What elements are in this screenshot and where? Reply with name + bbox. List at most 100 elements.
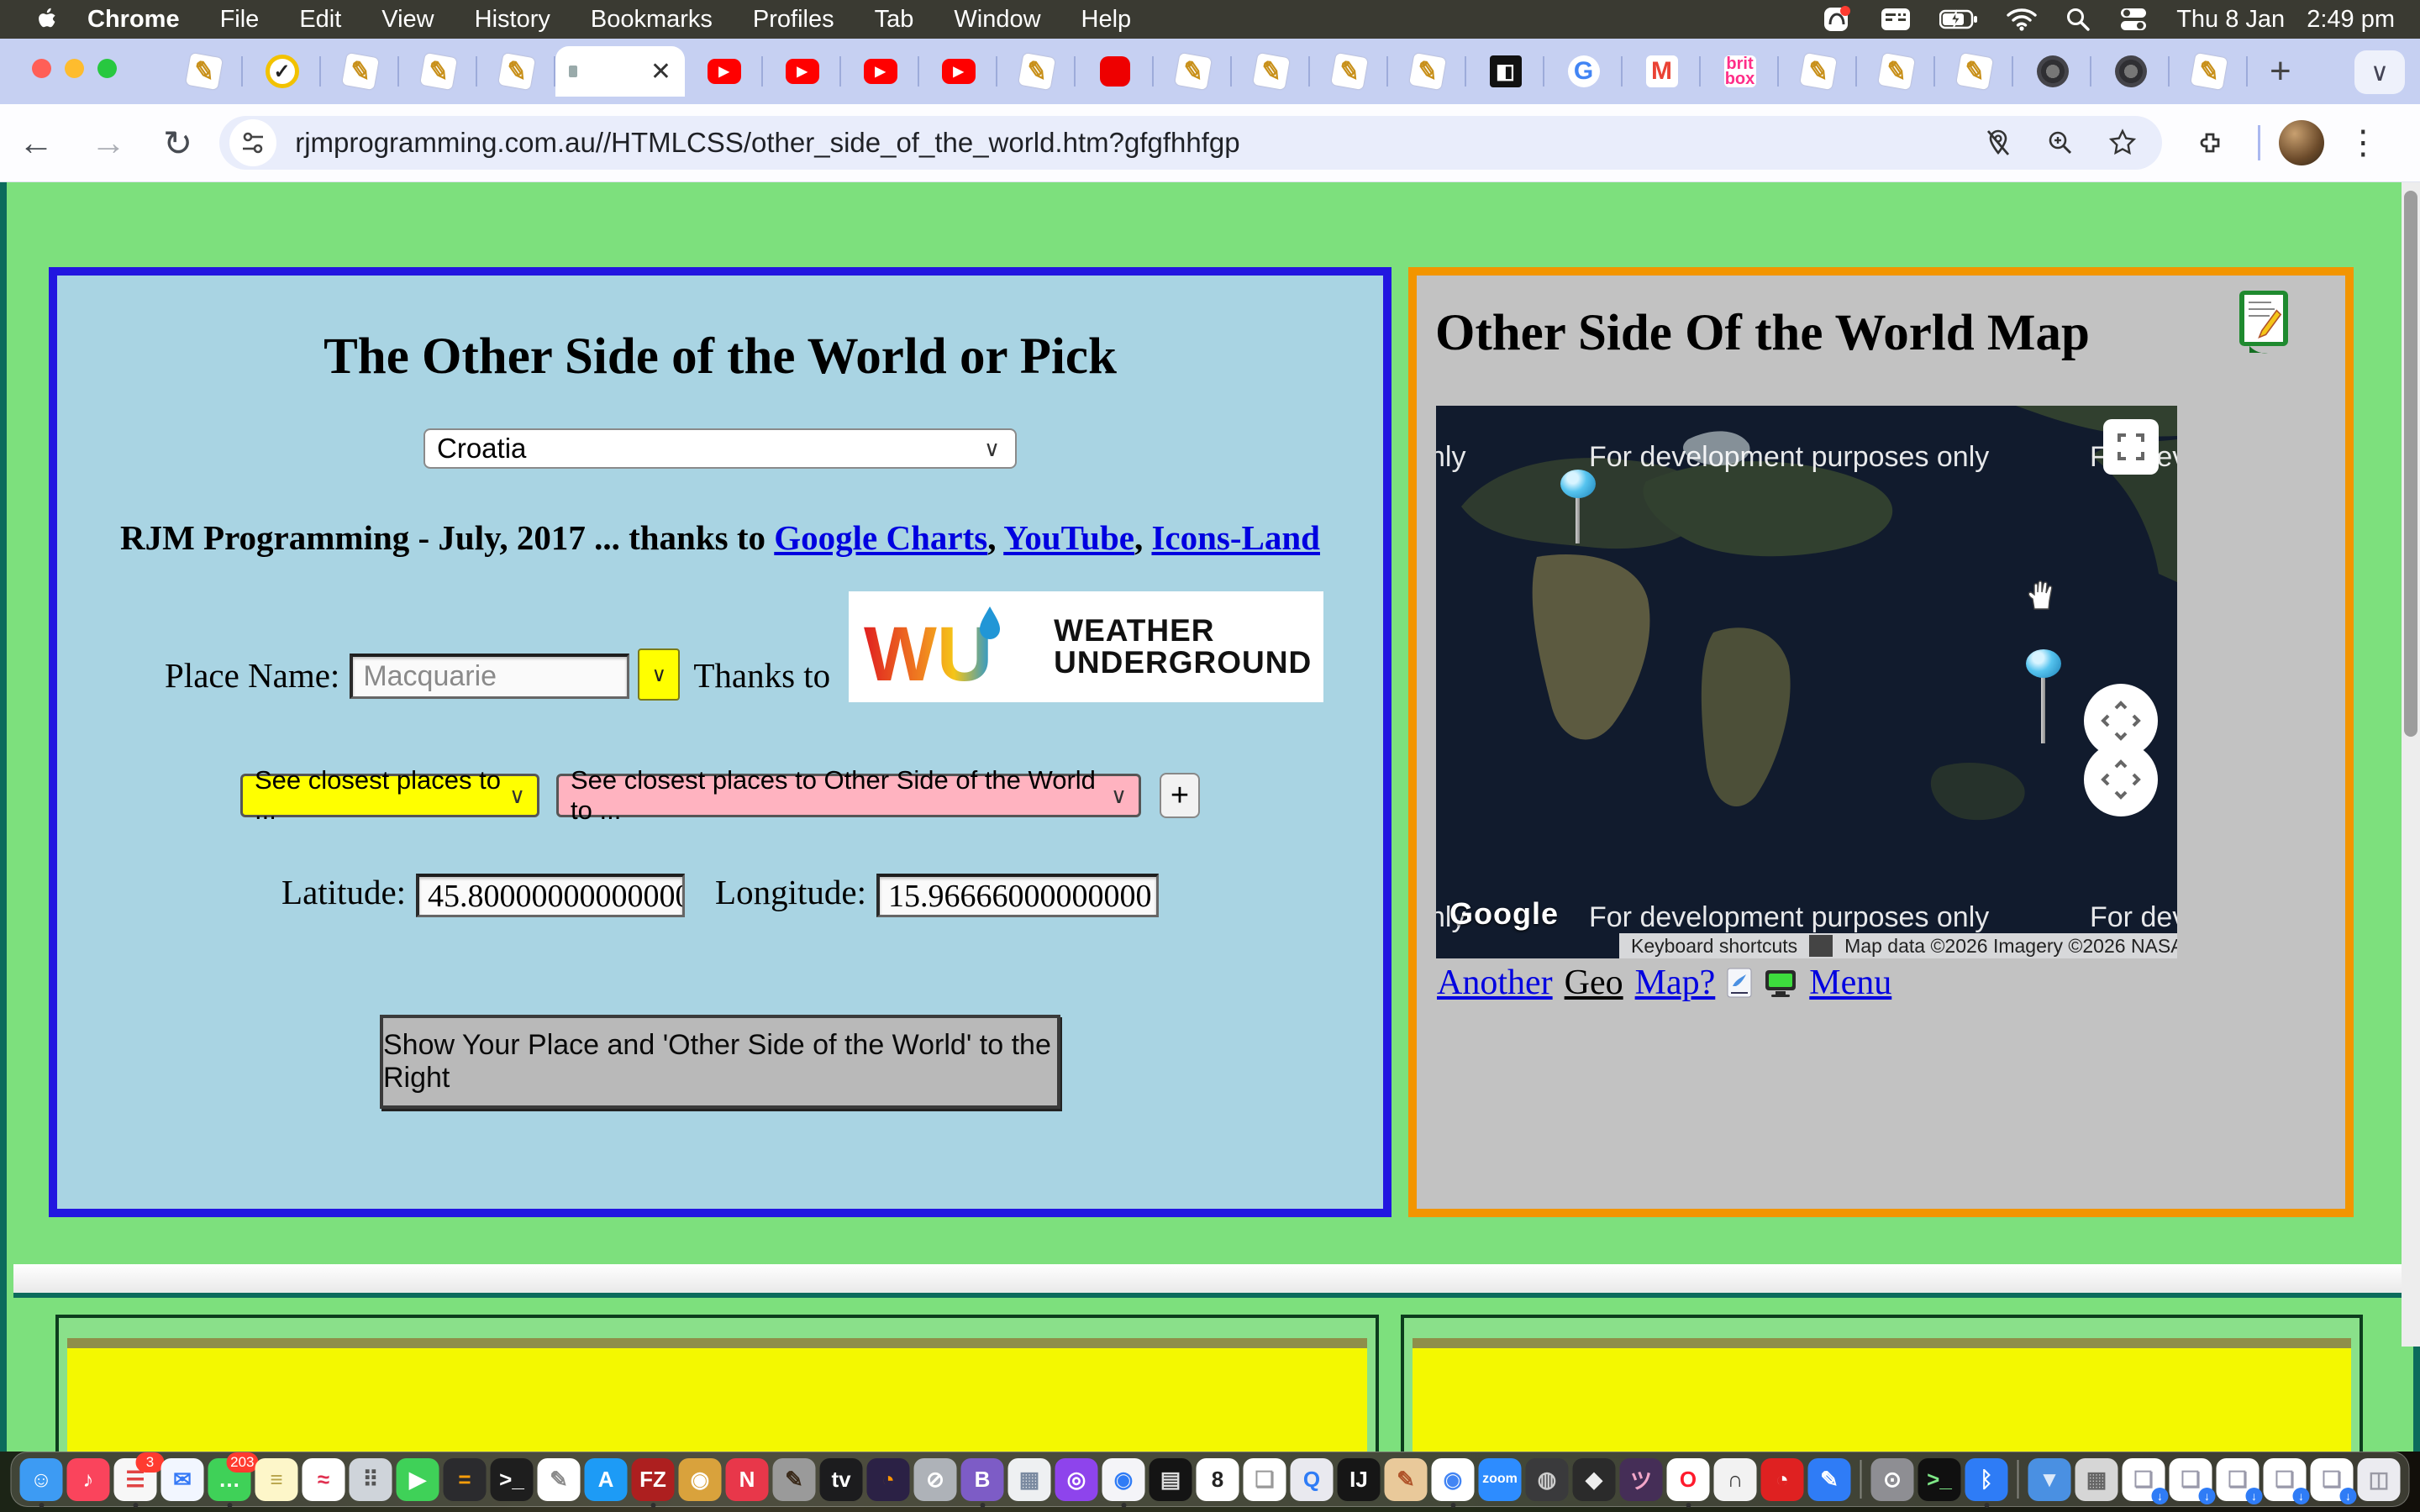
zoom-page-icon[interactable] [2029, 129, 2091, 157]
menubar-clock[interactable]: Thu 8 Jan 2:49 pm [2176, 6, 2395, 34]
menubar-history[interactable]: History [455, 6, 571, 34]
console-icon[interactable]: >_ [1918, 1458, 1961, 1501]
quicktime-icon[interactable]: Q [1291, 1458, 1334, 1501]
tab-rjm-20[interactable]: ✎ [1779, 39, 1857, 104]
finder-icon[interactable]: ☺ [20, 1458, 63, 1501]
calendar-icon[interactable]: 8 [1197, 1458, 1239, 1501]
tab-shield-16[interactable]: ◧ [1466, 39, 1544, 104]
notification-app-icon[interactable] [1822, 4, 1852, 34]
mail-icon[interactable]: ✉ [161, 1458, 204, 1501]
tab-rjm-3[interactable]: ✎ [399, 39, 477, 104]
facetime-icon[interactable]: ▶ [397, 1458, 439, 1501]
new-tab-button[interactable]: + [2248, 50, 2313, 92]
another-link[interactable]: Another [1437, 963, 1553, 1003]
document-1-icon[interactable]: ❏↓ [2123, 1458, 2165, 1501]
menu-link[interactable]: Menu [1809, 963, 1891, 1003]
page-scrollbar[interactable] [2402, 182, 2420, 1347]
add-button[interactable]: + [1160, 773, 1200, 818]
latitude-input[interactable]: 45.80000000000000 [416, 874, 685, 917]
chrome-icon[interactable]: ◉ [1432, 1458, 1475, 1501]
document-2-icon[interactable]: ❏↓ [2170, 1458, 2212, 1501]
place-history-select[interactable]: ∨ [638, 648, 680, 701]
menubar-tab[interactable]: Tab [855, 6, 934, 34]
inkscape-icon[interactable]: ◆ [1573, 1458, 1616, 1501]
screenshot-stack-icon[interactable]: ▦ [2075, 1458, 2118, 1501]
reminders-icon[interactable]: ☰3 [114, 1458, 157, 1501]
tab-rjm-13[interactable]: ✎ [1232, 39, 1310, 104]
place-name-input[interactable]: Macquarie [350, 654, 629, 699]
tab-britbox-19[interactable]: britbox [1701, 39, 1779, 104]
google-maps-logo[interactable]: Google [1449, 896, 1559, 932]
reload-button[interactable]: ↻ [145, 123, 211, 164]
google-charts-link[interactable]: Google Charts [774, 518, 987, 557]
bluetooth-icon[interactable]: ᛒ [1965, 1458, 2008, 1501]
filezilla-icon[interactable]: FZ [632, 1458, 675, 1501]
battery-icon[interactable] [1939, 9, 1978, 29]
show-place-button[interactable]: Show Your Place and 'Other Side of the W… [380, 1015, 1060, 1109]
scrollbar-thumb[interactable] [2404, 191, 2417, 737]
appstore-icon[interactable]: A [585, 1458, 628, 1501]
forward-button[interactable]: → [72, 123, 145, 163]
tab-rjm-21[interactable]: ✎ [1857, 39, 1935, 104]
geo-link[interactable]: Geo [1565, 963, 1623, 1003]
longitude-input[interactable]: 15.96666000000000 [876, 874, 1159, 917]
markup-icon[interactable]: ✎ [1808, 1458, 1851, 1501]
active-tab[interactable]: ✕ [555, 46, 685, 97]
note-doc-icon[interactable] [1727, 968, 1752, 998]
zoom-window-button[interactable] [97, 59, 117, 78]
menubar-edit[interactable]: Edit [279, 6, 361, 34]
location-blocked-icon[interactable] [1967, 129, 2029, 157]
country-select[interactable]: Croatia ∨ [424, 428, 1017, 469]
close-tab-icon[interactable]: ✕ [650, 57, 671, 87]
address-bar[interactable]: rjmprogramming.com.au//HTMLCSS/other_sid… [219, 116, 2162, 170]
bookmark-star-icon[interactable] [2091, 129, 2154, 157]
profile-avatar[interactable] [2279, 120, 2324, 165]
zoom-icon[interactable]: zoom [1479, 1458, 1522, 1501]
computer-icon[interactable] [1764, 969, 1797, 997]
notes-icon[interactable]: ≡ [255, 1458, 298, 1501]
youtube-link[interactable]: YouTube [1003, 518, 1134, 557]
keyboard-icon[interactable] [1881, 7, 1911, 32]
textedit-icon[interactable]: ✎ [538, 1458, 581, 1501]
icons-land-link[interactable]: Icons-Land [1151, 518, 1320, 557]
chrome-menu-button[interactable]: ⋮ [2331, 123, 2395, 162]
launchpad-icon[interactable]: ⠿ [350, 1458, 392, 1501]
tab-rjm-2[interactable]: ✎ [321, 39, 399, 104]
apple-tv-icon[interactable]: tv [820, 1458, 863, 1501]
tab-rjm-0[interactable]: ✎ [165, 39, 243, 104]
tab-chrome-24[interactable] [2091, 39, 2170, 104]
calculator-icon[interactable]: = [444, 1458, 487, 1501]
pages-icon[interactable]: ❏ [1244, 1458, 1286, 1501]
control-center-icon[interactable] [2119, 7, 2148, 32]
tab-rjm-4[interactable]: ✎ [477, 39, 555, 104]
closest-places-select[interactable]: See closest places to ... ∨ [240, 774, 539, 817]
url-text[interactable]: rjmprogramming.com.au//HTMLCSS/other_sid… [295, 127, 1967, 159]
tab-rjm-14[interactable]: ✎ [1310, 39, 1388, 104]
document-5-icon[interactable]: ❏↓ [2311, 1458, 2354, 1501]
menubar-file[interactable]: File [200, 6, 280, 34]
paintbrush-icon[interactable]: ✎ [1385, 1458, 1428, 1501]
tab-youtube-9[interactable]: ▶ [919, 39, 997, 104]
pan-control-lower[interactable] [2084, 743, 2158, 816]
speedtest-icon[interactable]: ◔ [1761, 1458, 1804, 1501]
menubar-window[interactable]: Window [934, 6, 1060, 34]
intellij-icon[interactable]: IJ [1338, 1458, 1381, 1501]
site-settings-icon[interactable] [229, 119, 276, 166]
trash-icon[interactable]: ◫ [2358, 1458, 2401, 1501]
tab-rjm-10[interactable]: ✎ [997, 39, 1076, 104]
menubar-help[interactable]: Help [1061, 6, 1152, 34]
keyboard-shortcuts-link[interactable]: Keyboard shortcuts [1619, 935, 1809, 958]
tab-youtube-6[interactable]: ▶ [685, 39, 763, 104]
close-window-button[interactable] [32, 59, 51, 78]
downloads-folder-icon[interactable]: ▼ [2028, 1458, 2071, 1501]
memo-icon[interactable] [2238, 289, 2290, 359]
music-icon[interactable]: ♪ [67, 1458, 110, 1501]
fullscreen-button[interactable] [2103, 419, 2159, 475]
opera-icon[interactable]: O [1667, 1458, 1710, 1501]
tab-record-11[interactable] [1076, 39, 1154, 104]
back-button[interactable]: ← [0, 123, 72, 163]
tab-rjm-22[interactable]: ✎ [1935, 39, 2013, 104]
gimp-icon[interactable]: ✎ [773, 1458, 816, 1501]
tab-check-1[interactable]: ✓ [243, 39, 321, 104]
closest-otherside-select[interactable]: See closest places to Other Side of the … [556, 774, 1141, 817]
